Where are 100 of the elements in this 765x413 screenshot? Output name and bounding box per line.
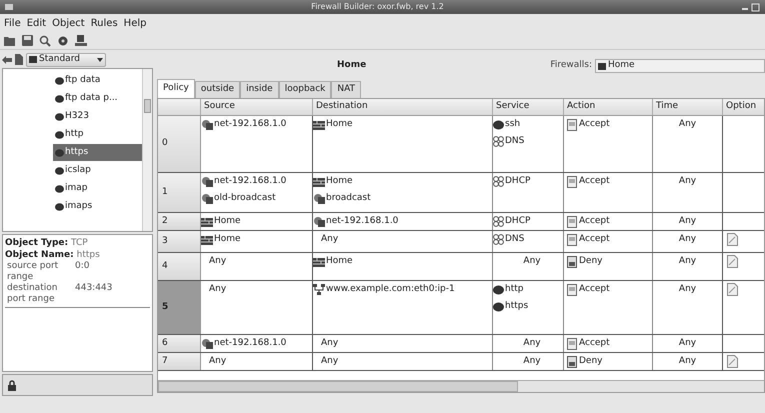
service-icon: [55, 76, 64, 84]
column-header[interactable]: Destination: [313, 99, 493, 115]
library-dropdown[interactable]: Standard: [26, 52, 106, 66]
object-name[interactable]: https: [505, 300, 528, 314]
object-name[interactable]: Home: [326, 254, 353, 268]
action-label[interactable]: Accept: [579, 232, 610, 246]
object-name[interactable]: DHCP: [505, 214, 530, 228]
options-icon[interactable]: [727, 283, 738, 296]
action-label[interactable]: Accept: [579, 214, 610, 228]
object-name[interactable]: DNS: [505, 232, 524, 246]
object-name[interactable]: broadcast: [326, 192, 371, 206]
tree-item[interactable]: imap: [53, 180, 142, 197]
object-name[interactable]: Any: [313, 336, 338, 350]
tab[interactable]: NAT: [331, 81, 362, 98]
object-name[interactable]: Any: [313, 354, 338, 368]
save-icon[interactable]: [22, 35, 33, 46]
rule-number[interactable]: 4: [158, 253, 201, 280]
action-label[interactable]: Accept: [579, 118, 610, 132]
time-value[interactable]: Any: [678, 173, 696, 190]
object-name[interactable]: old-broadcast: [214, 192, 276, 206]
tree-item[interactable]: icslap: [53, 162, 142, 179]
document-icon[interactable]: [15, 54, 23, 65]
search-icon[interactable]: [39, 34, 51, 46]
object-name[interactable]: DHCP: [505, 174, 530, 188]
menu-item[interactable]: Help: [124, 16, 146, 30]
rule-number[interactable]: 0: [158, 116, 201, 172]
tab[interactable]: Policy: [157, 79, 195, 98]
scrollbar[interactable]: [142, 69, 152, 231]
object-name[interactable]: ssh: [505, 118, 520, 132]
back-arrow-icon[interactable]: [2, 56, 12, 64]
object-name[interactable]: Home: [214, 214, 241, 228]
horizontal-scrollbar[interactable]: [158, 380, 764, 392]
action-label[interactable]: Accept: [579, 282, 610, 296]
property-label: destination port range: [7, 283, 58, 305]
object-name[interactable]: Any: [515, 354, 541, 368]
action-label[interactable]: Deny: [579, 254, 602, 268]
tree-item[interactable]: H323: [53, 108, 142, 125]
rule-number[interactable]: 6: [158, 335, 201, 352]
object-name[interactable]: Home: [214, 232, 241, 246]
object-name[interactable]: www.example.com:eth0:ip-1: [326, 282, 455, 296]
object-name[interactable]: net-192.168.1.0: [214, 118, 286, 132]
action-label[interactable]: Accept: [579, 336, 610, 350]
object-name[interactable]: Any: [201, 282, 226, 296]
firewall-dropdown[interactable]: Home: [595, 59, 765, 73]
tab[interactable]: outside: [194, 81, 240, 98]
object-name[interactable]: net-192.168.1.0: [214, 174, 286, 188]
service-group-icon: [493, 216, 504, 227]
action-label[interactable]: Deny: [579, 354, 602, 368]
tree-item[interactable]: https: [53, 144, 142, 161]
lock-icon[interactable]: [7, 380, 17, 390]
options-icon[interactable]: [727, 233, 738, 246]
rule-number[interactable]: 1: [158, 173, 201, 212]
firewall-icon: [201, 234, 213, 245]
object-name[interactable]: DNS: [505, 134, 524, 148]
time-value[interactable]: Any: [678, 353, 696, 370]
object-name[interactable]: Home: [326, 174, 353, 188]
menu-item[interactable]: Rules: [90, 16, 118, 30]
rule-number[interactable]: 3: [158, 231, 201, 252]
tab[interactable]: loopback: [278, 81, 332, 98]
open-folder-icon[interactable]: [4, 35, 16, 46]
tree-item[interactable]: http: [53, 126, 142, 143]
object-name[interactable]: Home: [326, 118, 353, 132]
service-icon: [55, 130, 64, 138]
menu-item[interactable]: Edit: [26, 16, 46, 30]
column-header[interactable]: Action: [564, 99, 653, 115]
action-label[interactable]: Accept: [579, 174, 610, 188]
tab[interactable]: inside: [240, 81, 279, 98]
object-name[interactable]: net-192.168.1.0: [326, 214, 398, 228]
options-icon[interactable]: [727, 355, 738, 368]
time-value[interactable]: Any: [678, 116, 696, 133]
object-name[interactable]: Any: [201, 354, 226, 368]
time-value[interactable]: Any: [678, 335, 696, 352]
object-name[interactable]: Any: [313, 232, 338, 246]
tree-item[interactable]: imaps: [53, 198, 142, 215]
column-header[interactable]: Option: [723, 99, 764, 115]
object-name[interactable]: http: [505, 282, 524, 296]
object-name[interactable]: Any: [515, 336, 541, 350]
library-icon: [29, 56, 37, 63]
service-icon: [55, 94, 64, 102]
column-header[interactable]: Source: [201, 99, 313, 115]
time-value[interactable]: Any: [678, 213, 696, 230]
object-name[interactable]: Any: [201, 254, 226, 268]
time-value[interactable]: Any: [678, 281, 696, 298]
rule-number[interactable]: 7: [158, 353, 201, 370]
firewall-icon: [313, 256, 325, 267]
object-name[interactable]: net-192.168.1.0: [214, 336, 286, 350]
firewall-icon: [201, 216, 213, 227]
menu-item[interactable]: File: [4, 16, 21, 30]
column-header[interactable]: Service: [493, 99, 564, 115]
menu-item[interactable]: Object: [52, 16, 85, 30]
tree-item[interactable]: ftp data: [53, 72, 142, 89]
tree-item[interactable]: ftp data p...: [53, 90, 142, 107]
object-name[interactable]: Any: [515, 254, 541, 268]
firewall-icon: [313, 176, 325, 187]
time-value[interactable]: Any: [678, 231, 696, 248]
options-icon[interactable]: [727, 255, 738, 268]
column-header[interactable]: Time: [653, 99, 723, 115]
rule-number[interactable]: 5: [158, 281, 201, 334]
time-value[interactable]: Any: [678, 253, 696, 270]
rule-number[interactable]: 2: [158, 213, 201, 230]
